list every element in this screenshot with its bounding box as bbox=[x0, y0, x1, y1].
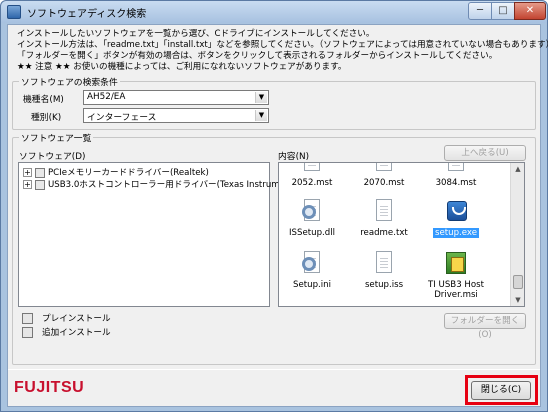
scroll-down-icon[interactable]: ▼ bbox=[511, 294, 524, 306]
group-title: ソフトウェアの検索条件 bbox=[19, 75, 120, 88]
document-icon bbox=[304, 163, 320, 171]
close-button[interactable]: 閉じる(C) bbox=[471, 381, 531, 400]
file-item[interactable]: ISSetup.dll bbox=[281, 199, 343, 238]
file-name: TI USB3 Host Driver.msi bbox=[428, 280, 484, 300]
chevron-down-icon[interactable]: ▼ bbox=[255, 110, 267, 121]
legend-preinstall: プレインストール bbox=[22, 312, 111, 324]
text-document-icon bbox=[376, 199, 392, 221]
window-title: ソフトウェアディスク検索 bbox=[27, 9, 147, 20]
legend-addinstall: 追加インストール bbox=[22, 326, 111, 338]
model-value: AH52/EA bbox=[87, 92, 126, 102]
open-folder-button[interactable]: フォルダーを開く(O) bbox=[444, 313, 526, 340]
minimize-button[interactable]: ─ bbox=[468, 2, 492, 20]
file-item-selected[interactable]: setup.exe bbox=[425, 199, 487, 239]
close-window-button[interactable]: ✕ bbox=[514, 2, 546, 20]
tree-item[interactable]: + PCIeメモリーカードドライバー(Realtek) bbox=[23, 166, 209, 178]
file-name: 3084.mst bbox=[435, 178, 477, 188]
document-icon bbox=[376, 251, 392, 273]
msi-package-icon bbox=[446, 252, 466, 274]
app-window: ソフトウェアディスク検索 ─ □ ✕ インストールしたいソフトウェアを一覧から選… bbox=[0, 0, 548, 412]
tree-item[interactable]: + USB3.0ホストコントローラー用ドライバー(Texas Instrument… bbox=[23, 178, 302, 190]
file-item[interactable]: 2052.mst bbox=[281, 163, 343, 188]
file-name: readme.txt bbox=[360, 228, 408, 238]
footer-divider bbox=[8, 369, 540, 370]
group-title: ソフトウェア一覧 bbox=[19, 131, 94, 144]
scroll-thumb[interactable] bbox=[513, 275, 523, 289]
file-name: setup.exe bbox=[431, 227, 481, 239]
file-item[interactable]: readme.txt bbox=[353, 199, 415, 238]
file-name: setup.iss bbox=[364, 280, 404, 290]
warning-line: ★★ 注意 ★★ お使いの機種によっては、ご利用になれないソフトウェアがあります… bbox=[17, 62, 347, 72]
chevron-down-icon[interactable]: ▼ bbox=[255, 92, 267, 103]
model-label: 機種名(M) bbox=[23, 95, 64, 105]
file-item[interactable]: TI USB3 Host Driver.msi bbox=[420, 251, 492, 300]
file-list[interactable]: 2052.mst 2070.mst 3084.mst ISSetup.dll r… bbox=[278, 162, 525, 307]
file-item[interactable]: 3084.mst bbox=[425, 163, 487, 188]
dialog-body: インストールしたいソフトウェアを一覧から選び、Cドライブにインストールしてくださ… bbox=[7, 24, 548, 407]
add-install-icon bbox=[22, 327, 33, 338]
tree-item-label: PCIeメモリーカードドライバー(Realtek) bbox=[48, 168, 209, 178]
folder-icon bbox=[35, 167, 45, 178]
search-conditions-group: ソフトウェアの検索条件 機種名(M) AH52/EA ▼ 種別(K) インターフ… bbox=[12, 75, 536, 130]
file-name: ISSetup.dll bbox=[289, 228, 335, 238]
type-select[interactable]: インターフェース ▼ bbox=[83, 108, 269, 123]
software-tree-label: ソフトウェア(D) bbox=[19, 152, 86, 162]
file-name: 2052.mst bbox=[291, 178, 333, 188]
instructions: インストールしたいソフトウェアを一覧から選び、Cドライブにインストールしてくださ… bbox=[17, 29, 548, 73]
legend-label: 追加インストール bbox=[42, 328, 111, 338]
fujitsu-logo: FUJITSU bbox=[14, 379, 85, 396]
app-icon bbox=[7, 5, 21, 19]
content-label: 内容(N) bbox=[278, 152, 310, 162]
instruction-line: インストールしたいソフトウェアを一覧から選び、Cドライブにインストールしてくださ… bbox=[17, 29, 375, 39]
software-tree[interactable]: + PCIeメモリーカードドライバー(Realtek) + USB3.0ホストコント… bbox=[18, 162, 302, 307]
maximize-button[interactable]: □ bbox=[491, 2, 515, 20]
expand-icon[interactable]: + bbox=[23, 168, 32, 177]
file-item[interactable]: 2070.mst bbox=[353, 163, 415, 188]
file-name: 2070.mst bbox=[363, 178, 405, 188]
scroll-up-icon[interactable]: ▲ bbox=[511, 163, 524, 175]
folder-icon bbox=[35, 179, 45, 190]
up-button[interactable]: 上へ戻る(U) bbox=[444, 145, 526, 161]
gear-icon bbox=[302, 257, 316, 271]
vertical-scrollbar[interactable]: ▲ ▼ bbox=[510, 163, 524, 306]
type-label: 種別(K) bbox=[31, 113, 62, 123]
expand-icon[interactable]: + bbox=[23, 180, 32, 189]
type-value: インターフェース bbox=[87, 113, 157, 123]
document-icon bbox=[448, 163, 464, 171]
instruction-line: 「フォルダーを開く」ボタンが有効の場合は、ボタンをクリックして表示されるフォルダ… bbox=[17, 51, 498, 61]
instruction-line: インストール方法は、「readme.txt」「install.txt」などを参照… bbox=[17, 40, 548, 50]
gear-icon bbox=[302, 205, 316, 219]
model-select[interactable]: AH52/EA ▼ bbox=[83, 90, 269, 105]
file-item[interactable]: setup.iss bbox=[353, 251, 415, 290]
installer-exe-icon bbox=[447, 201, 467, 221]
legend-label: プレインストール bbox=[42, 314, 111, 324]
title-bar[interactable]: ソフトウェアディスク検索 ─ □ ✕ bbox=[1, 1, 547, 23]
file-name: Setup.ini bbox=[293, 280, 331, 290]
file-item[interactable]: Setup.ini bbox=[281, 251, 343, 290]
preinstall-icon bbox=[22, 313, 33, 324]
document-icon bbox=[376, 163, 392, 171]
tree-item-label: USB3.0ホストコントローラー用ドライバー(Texas Instruments… bbox=[48, 180, 302, 190]
